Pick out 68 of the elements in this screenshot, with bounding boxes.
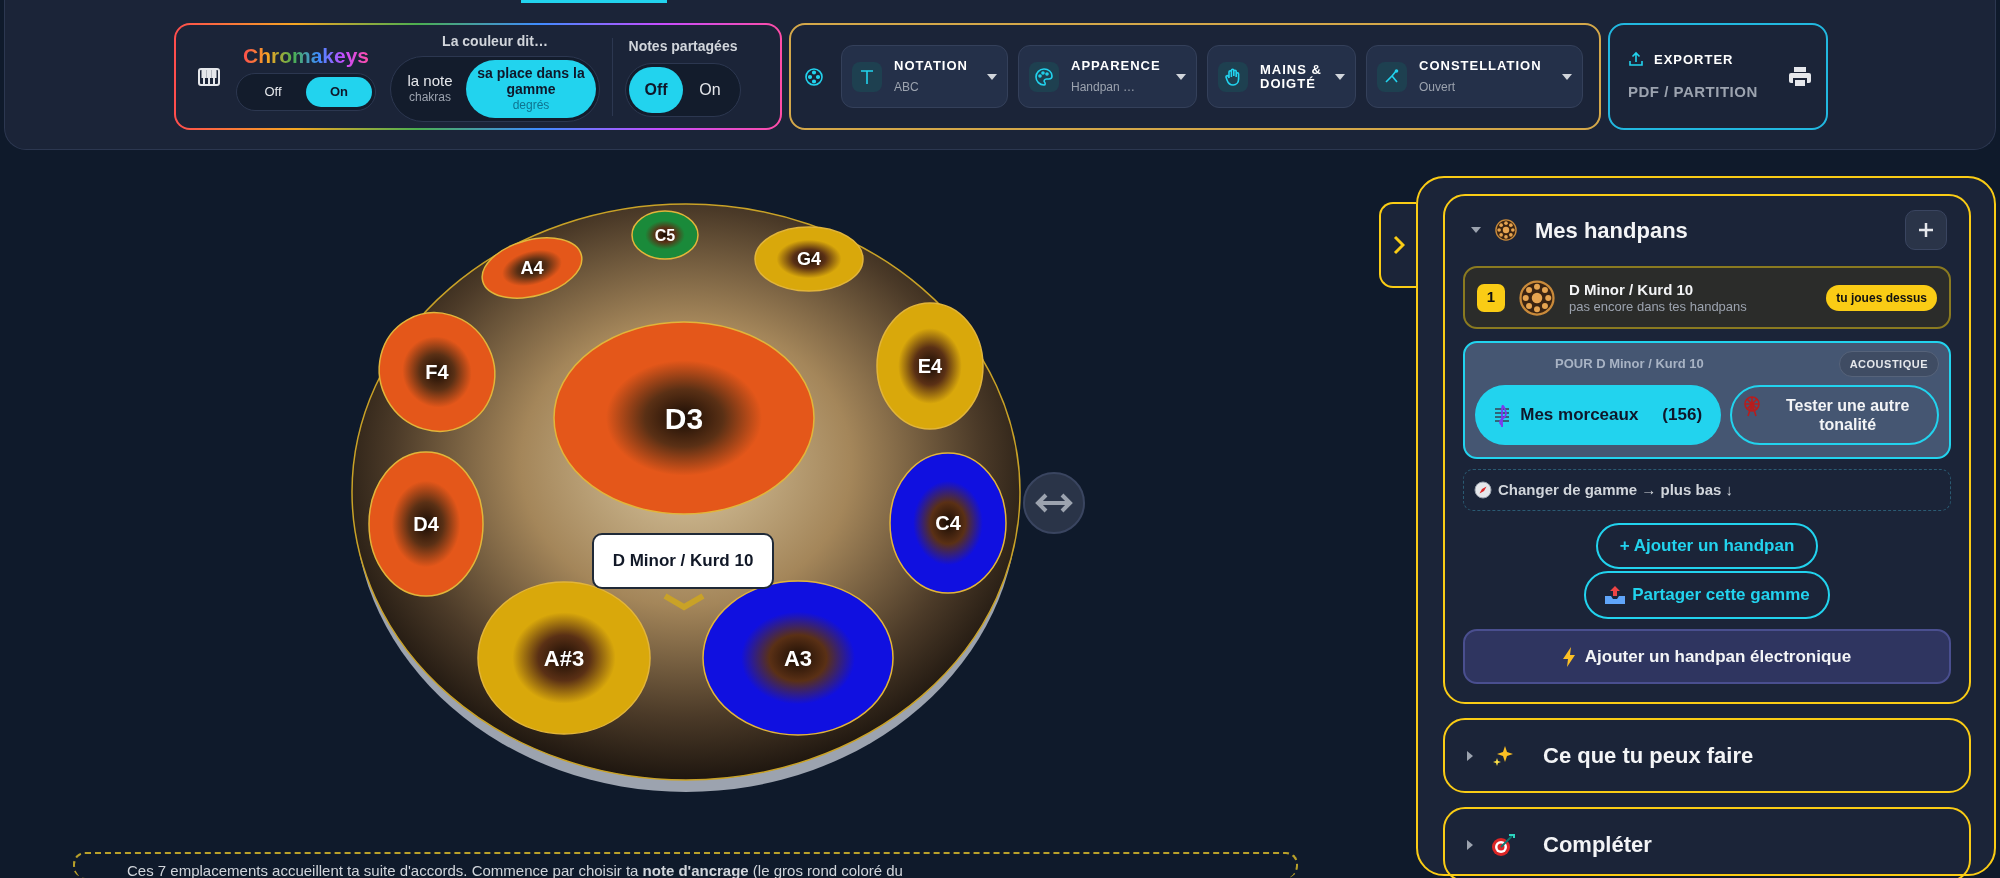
plus-icon: [1918, 222, 1934, 238]
collapse-tab[interactable]: [1379, 202, 1416, 288]
shared-notes-title: Notes partagées: [628, 37, 738, 56]
note-pad[interactable]: A3: [702, 580, 894, 736]
caret-icon: [987, 73, 997, 80]
caret-icon: [1562, 73, 1572, 80]
index-badge: 1: [1477, 283, 1505, 312]
upload-icon: [1628, 51, 1644, 68]
target-icon: [1491, 832, 1515, 857]
export-button[interactable]: EXPORTER PDF / PARTITION: [1608, 23, 1828, 130]
type-tag: ACOUSTIQUE: [1838, 351, 1939, 377]
toggle-option[interactable]: On: [306, 76, 372, 107]
lightning-icon: [1562, 646, 1575, 667]
section-header[interactable]: Ce que tu peux faire: [1443, 718, 1971, 793]
note-pad[interactable]: A4: [481, 237, 583, 299]
note-pad[interactable]: D4: [368, 451, 484, 597]
add-handpan-button[interactable]: + Ajouter un handpan: [1595, 523, 1819, 569]
note-pad[interactable]: D3: [553, 321, 815, 515]
caret-icon: [1176, 73, 1186, 80]
color-mode-option[interactable]: sa place dans la gamme degrés: [466, 60, 596, 118]
hint-text: Changer de gamme → plus bas ↓: [1498, 479, 1734, 500]
double-arrow-icon: [1034, 491, 1074, 515]
handpan-list-item[interactable]: 1 D Minor / Kurd 10 pas encore dans tes handpans tu joues dessus: [1463, 266, 1951, 329]
color-mode-option[interactable]: la note chakras: [394, 60, 466, 118]
note-pad[interactable]: F4: [378, 312, 496, 432]
color-mode-title: La couleur dit…: [442, 32, 548, 51]
settings-dropdown[interactable]: APPARENCE Handpan …: [1018, 45, 1197, 108]
toggle-option[interactable]: Off: [240, 76, 306, 107]
handpan-icon: [1495, 219, 1517, 241]
settings-dropdown[interactable]: NOTATION ABC: [841, 45, 1008, 108]
caret-icon: [1335, 73, 1345, 80]
settings-dropdown[interactable]: CONSTELLATION Ouvert: [1366, 45, 1583, 108]
section-header[interactable]: Mes handpans: [1463, 213, 1688, 247]
section-header[interactable]: Compléter: [1443, 807, 1971, 878]
toggle-option[interactable]: On: [683, 67, 737, 113]
note-pad[interactable]: A#3: [477, 581, 651, 735]
compass-icon: [1474, 481, 1492, 499]
note-pad[interactable]: C4: [889, 452, 1007, 594]
handpan-name: D Minor / Kurd 10: [1569, 280, 1695, 299]
treble-clef-icon: [1494, 403, 1511, 427]
scale-tooltip: D Minor / Kurd 10: [592, 533, 774, 589]
share-button[interactable]: Partager cette gamme: [1584, 571, 1830, 619]
note-pad[interactable]: E4: [876, 302, 984, 430]
my-pieces-button[interactable]: Mes morceaux (156): [1475, 385, 1722, 445]
handpan-status: pas encore dans tes handpans: [1569, 298, 1748, 315]
electronic-handpan-button[interactable]: Ajouter un handpan électronique: [1463, 629, 1951, 684]
caret-icon: [1471, 227, 1481, 233]
settings-dropdown[interactable]: MAINS & DOIGTÉ: [1207, 45, 1356, 108]
toggle-option[interactable]: Off: [629, 67, 683, 113]
note-pad[interactable]: C5: [631, 210, 699, 260]
note-pad[interactable]: G4: [754, 226, 864, 292]
test-key-button[interactable]: Tester une autre tonalité: [1730, 385, 1939, 445]
add-button[interactable]: [1905, 210, 1947, 250]
status-badge: tu joues dessus: [1826, 284, 1937, 311]
settings-icon: [805, 67, 823, 86]
piano-icon: [198, 67, 220, 86]
handpan-icon: [1519, 279, 1555, 316]
scale-card-title: POUR D Minor / Kurd 10: [1555, 355, 1704, 374]
chevron-right-icon: [1392, 235, 1405, 255]
printer-icon: [1788, 65, 1812, 88]
palette-icon: [1034, 66, 1054, 87]
ferris-wheel-icon: [1742, 395, 1763, 417]
chevron-down-icon: [662, 593, 706, 611]
export-title: EXPORTER: [1654, 50, 1734, 69]
outbox-icon: [1604, 585, 1627, 605]
caret-icon: [1467, 750, 1473, 761]
caret-icon: [1467, 839, 1473, 850]
export-subtitle: PDF / PARTITION: [1628, 82, 1758, 102]
